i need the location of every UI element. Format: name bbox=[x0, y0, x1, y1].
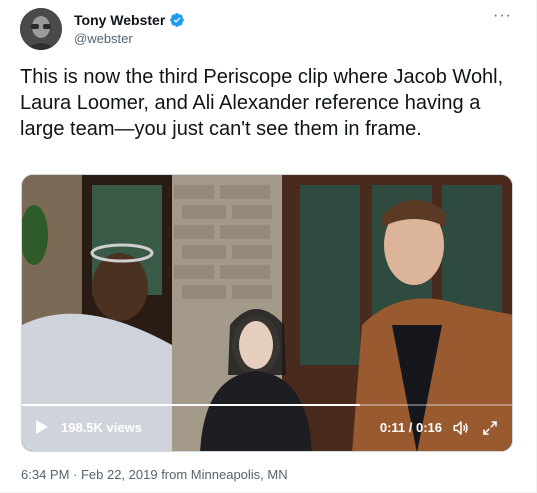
volume-icon[interactable] bbox=[452, 419, 470, 437]
more-options-icon[interactable]: ··· bbox=[493, 8, 512, 24]
view-count: 198.5K views bbox=[61, 420, 142, 435]
verified-badge-icon bbox=[169, 12, 185, 28]
tweet-timestamp[interactable]: 6:34 PM · Feb 22, 2019 from Minneapolis,… bbox=[21, 467, 288, 482]
author-name[interactable]: Tony Webster bbox=[74, 12, 165, 28]
video-controls: 198.5K views 0:11 / 0:16 bbox=[22, 406, 512, 451]
video-player[interactable]: 198.5K views 0:11 / 0:16 bbox=[21, 174, 513, 452]
fullscreen-icon[interactable] bbox=[481, 419, 499, 437]
author-handle[interactable]: @webster bbox=[74, 31, 185, 46]
video-time: 0:11 / 0:16 bbox=[379, 420, 442, 435]
avatar[interactable] bbox=[20, 8, 62, 50]
tweet-text: This is now the third Periscope clip whe… bbox=[20, 66, 504, 140]
play-icon[interactable] bbox=[35, 419, 49, 435]
author-block[interactable]: Tony Webster @webster bbox=[74, 11, 185, 46]
tweet-card: Tony Webster @webster ··· This is now th… bbox=[0, 0, 537, 493]
